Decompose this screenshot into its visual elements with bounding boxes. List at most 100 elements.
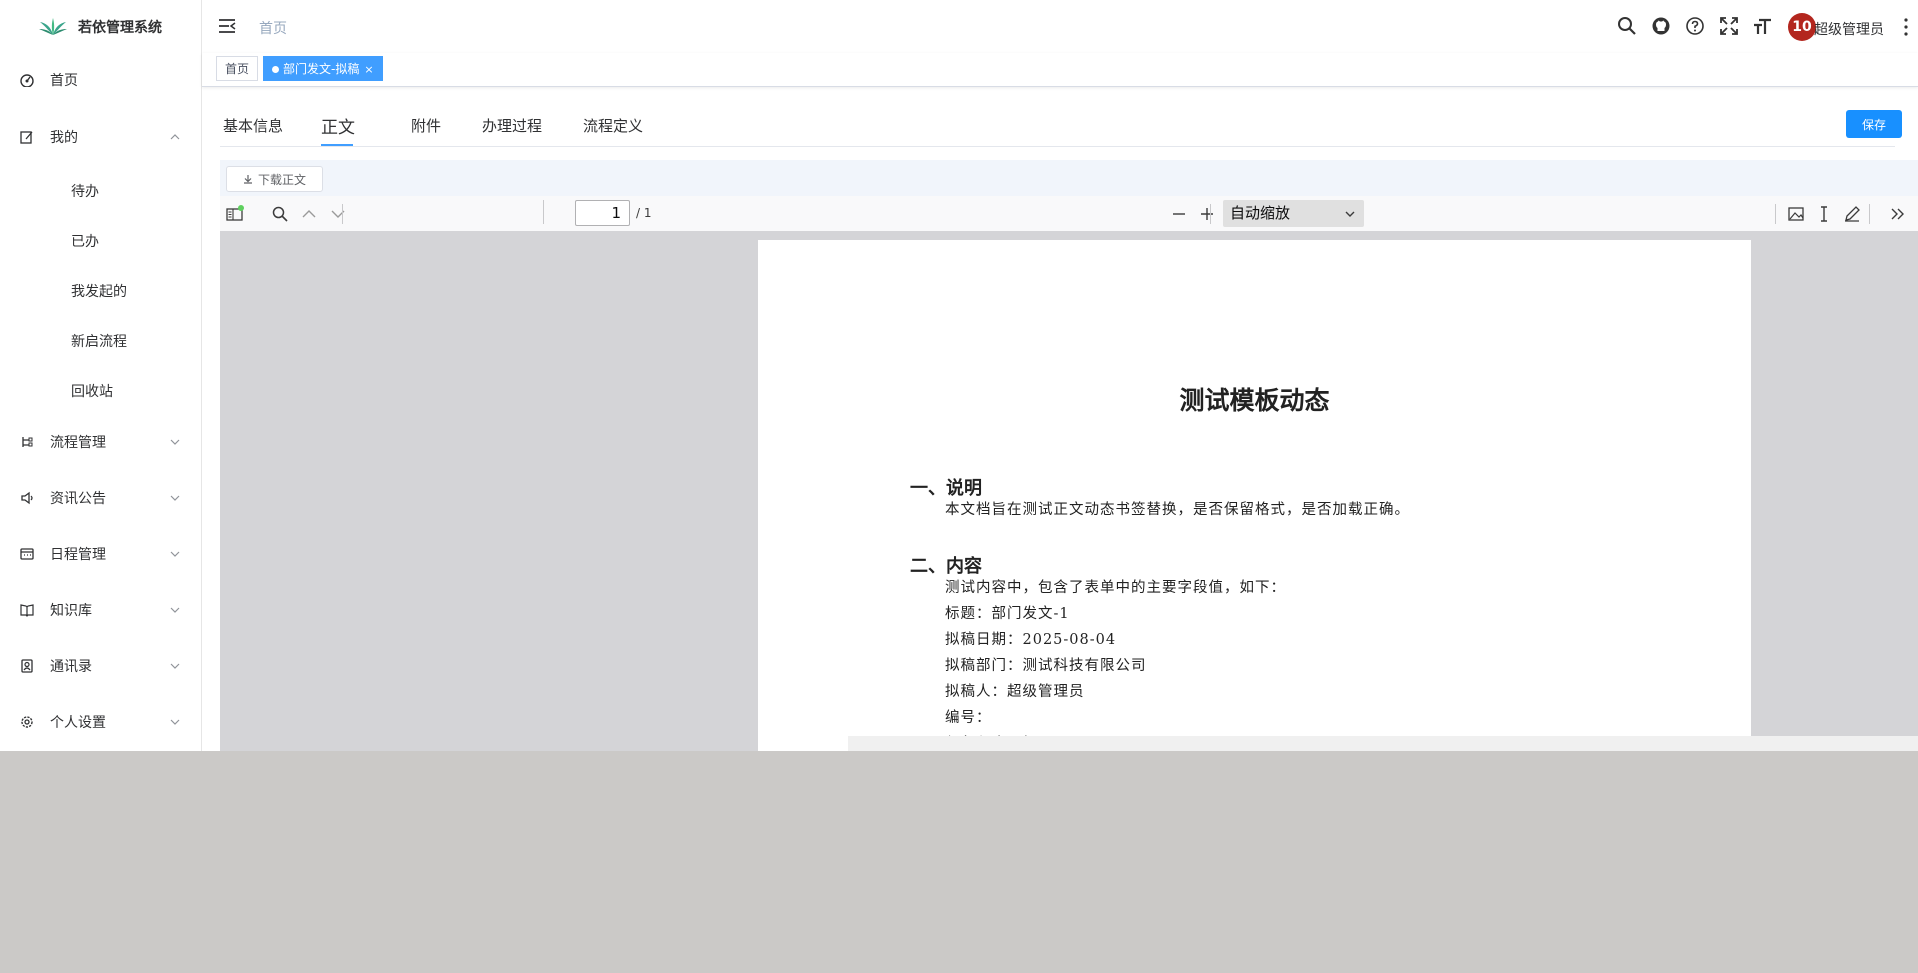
sidebar-item-flow-manage[interactable]: 流程管理 [0, 422, 200, 462]
calendar-icon [20, 548, 34, 560]
document-line: 拟稿人：超级管理员 [945, 684, 1085, 700]
tag-home[interactable]: 首页 [216, 56, 259, 81]
tab-body-text[interactable]: 正文 [321, 113, 355, 138]
chevron-down-icon [170, 439, 180, 445]
download-icon [243, 175, 252, 184]
sidebar-item-knowledge[interactable]: 知识库 [0, 590, 200, 630]
chevron-down-icon [170, 719, 180, 725]
github-icon[interactable] [1651, 16, 1671, 36]
sidebar-item-news[interactable]: 资讯公告 [0, 478, 200, 518]
search-icon[interactable] [1617, 16, 1637, 36]
sidebar-item-label: 知识库 [50, 603, 92, 619]
zoom-in-icon[interactable] [1198, 205, 1216, 223]
sidebar-subitem-recycle[interactable]: 回收站 [0, 371, 200, 411]
tag-label: 首页 [225, 62, 250, 76]
more-vertical-icon[interactable] [1904, 17, 1908, 37]
text-cursor-icon[interactable] [1815, 205, 1833, 223]
sidebar-subitem-label: 待办 [71, 184, 99, 200]
chevron-up-icon [170, 134, 180, 140]
document-title: 测试模板动态 [1179, 386, 1330, 415]
draw-pen-icon[interactable] [1843, 205, 1861, 223]
tab-process-history[interactable]: 办理过程 [482, 115, 542, 136]
sidebar-subitem-started[interactable]: 我发起的 [0, 271, 200, 311]
sidebar-subitem-label: 回收站 [71, 384, 113, 400]
document-line: 编号： [945, 710, 992, 726]
sidebar-item-label: 通讯录 [50, 659, 92, 675]
tag-dept-doc-draft[interactable]: 部门发文-拟稿 × [263, 56, 383, 81]
settings-icon [21, 716, 33, 728]
dashboard-icon [20, 74, 34, 87]
fullscreen-icon[interactable] [1719, 16, 1739, 36]
previous-page-icon[interactable] [300, 205, 318, 223]
toolbar-divider [543, 200, 544, 224]
sidebar-item-label: 流程管理 [50, 435, 106, 451]
sidebar-subitem-done[interactable]: 已办 [0, 221, 200, 261]
help-icon[interactable] [1685, 16, 1705, 36]
toolbar-divider [1869, 204, 1870, 224]
toolbar-divider [1210, 204, 1211, 224]
tag-label: 部门发文-拟稿 [283, 62, 360, 76]
double-chevron-right-icon[interactable] [1889, 205, 1907, 223]
sidebar-subitem-todo[interactable]: 待办 [0, 171, 200, 211]
tags-view: 首页 部门发文-拟稿 × [202, 53, 1918, 87]
download-body-button[interactable]: 下载正文 [226, 166, 323, 192]
navbar: 首页 10 超级管理员 [202, 0, 1918, 54]
sidebar-subitem-label: 已办 [71, 234, 99, 250]
page-number-input[interactable] [575, 200, 630, 226]
sidebar-item-contacts[interactable]: 通讯录 [0, 646, 200, 686]
zoom-select[interactable]: 自动缩放 [1223, 200, 1364, 227]
active-dot-icon [272, 66, 279, 73]
toolbar-divider [1775, 204, 1776, 224]
sidebar-item-schedule[interactable]: 日程管理 [0, 534, 200, 574]
toolbar-divider [342, 204, 343, 224]
logo: 若依管理系统 [0, 0, 201, 54]
chevron-down-icon [170, 551, 180, 557]
font-size-icon[interactable] [1753, 16, 1773, 36]
rendering-overlay [848, 736, 1918, 751]
download-label: 下载正文 [257, 172, 306, 187]
document-line: 测试内容中，包含了表单中的主要字段值，如下： [945, 580, 1286, 596]
next-page-icon[interactable] [329, 205, 347, 223]
document-line: 拟稿日期：2025-08-04 [945, 632, 1117, 648]
sidebar-item-label: 个人设置 [50, 715, 106, 731]
user-name[interactable]: 超级管理员 [1814, 19, 1884, 39]
sidebar-subitem-label: 我发起的 [71, 284, 127, 300]
app-title: 若依管理系统 [78, 20, 162, 36]
sidebar-item-label: 日程管理 [50, 547, 106, 563]
speaker-icon [21, 491, 33, 505]
close-icon[interactable]: × [364, 63, 373, 76]
sidebar-subitem-new-flow[interactable]: 新启流程 [0, 321, 200, 361]
pdf-page: 测试模板动态 一、说明 本文档旨在测试正文动态书签替换，是否保留格式，是否加载正… [758, 240, 1751, 751]
sidebar-item-home[interactable]: 首页 [0, 60, 200, 100]
sidebar-item-personal-settings[interactable]: 个人设置 [0, 702, 200, 742]
section-heading: 一、说明 [910, 478, 982, 499]
pdf-viewer-area[interactable]: 测试模板动态 一、说明 本文档旨在测试正文动态书签替换，是否保留格式，是否加载正… [220, 231, 1918, 751]
avatar[interactable]: 10 [1788, 13, 1816, 41]
sidebar-item-label: 我的 [50, 130, 78, 146]
image-insert-icon[interactable] [1787, 205, 1805, 223]
save-button[interactable]: 保存 [1846, 110, 1902, 138]
sidebar-item-label: 首页 [50, 73, 78, 89]
breadcrumb[interactable]: 首页 [259, 18, 287, 38]
hamburger-icon[interactable] [218, 18, 236, 34]
logo-icon [39, 18, 67, 35]
zoom-out-icon[interactable] [1170, 205, 1188, 223]
section-paragraph: 本文档旨在测试正文动态书签替换，是否保留格式，是否加载正确。 [945, 502, 1410, 518]
tab-process-definition[interactable]: 流程定义 [583, 115, 643, 136]
contacts-icon [21, 659, 33, 673]
active-tab-indicator [321, 144, 353, 146]
search-icon[interactable] [271, 205, 289, 223]
sidebar-item-mine[interactable]: 我的 [0, 117, 200, 157]
sidebar-item-label: 资讯公告 [50, 491, 106, 507]
form-tabs: 基本信息 正文 附件 办理过程 流程定义 [220, 108, 1895, 147]
chevron-down-icon [170, 663, 180, 669]
pdf-toolbar [220, 196, 1918, 232]
chevron-down-icon [170, 495, 180, 501]
sidebar-subitem-label: 新启流程 [71, 334, 127, 350]
zoom-select-value: 自动缩放 [1230, 204, 1291, 222]
tab-basic-info[interactable]: 基本信息 [223, 115, 283, 136]
edit-icon [20, 131, 33, 144]
chevron-down-icon [1345, 211, 1355, 217]
tab-attachments[interactable]: 附件 [411, 115, 441, 136]
sidebar-toggle-icon[interactable] [226, 205, 244, 223]
